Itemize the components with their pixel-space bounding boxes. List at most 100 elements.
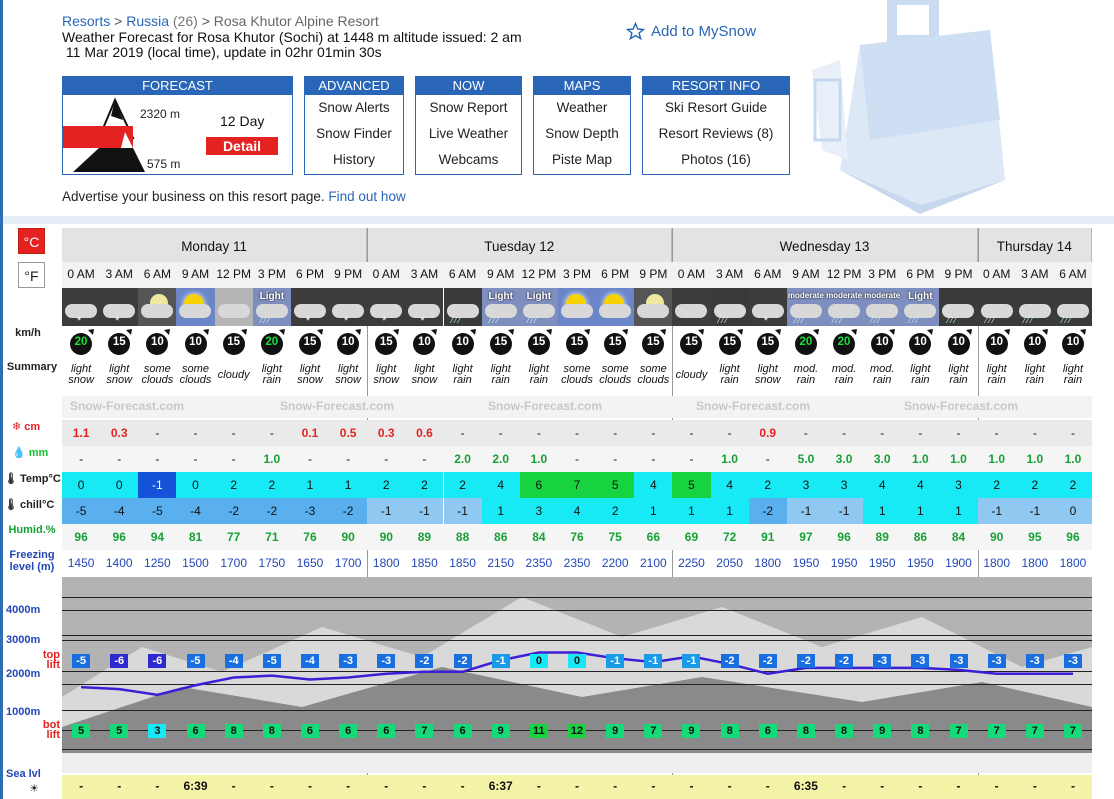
- top-lift-temp: -3: [873, 654, 892, 668]
- elevation-mid[interactable]: 1448 m: [140, 131, 181, 145]
- chill-cell: 3: [519, 498, 558, 524]
- advertise-text: Advertise your business on this resort p…: [62, 189, 406, 204]
- wind-arrow-icon: 15: [371, 327, 403, 359]
- top-lift-temp: -3: [949, 654, 968, 668]
- humidity-value: 86: [494, 530, 508, 544]
- humidity-value: 76: [303, 530, 317, 544]
- freezing-level-value: 1800: [1059, 556, 1087, 570]
- weather-icon-rain-night: ⁄ ⁄ ⁄: [710, 288, 749, 326]
- celsius-button[interactable]: °C: [18, 228, 45, 254]
- snow-amount: -: [575, 426, 579, 440]
- sunrise-empty: -: [727, 779, 732, 793]
- temperature-cell: 4: [634, 472, 673, 498]
- chill-cell: -2: [252, 498, 291, 524]
- snow-amount: -: [918, 426, 923, 440]
- wind-arrow-icon: 15: [486, 327, 518, 359]
- bot-lift-temp: 11: [529, 724, 548, 738]
- elevation-top[interactable]: 2320 m: [140, 107, 180, 121]
- nav-history[interactable]: History: [305, 147, 403, 173]
- nav-snow-report[interactable]: Snow Report: [416, 95, 521, 121]
- snow-amount: 0.5: [339, 426, 357, 440]
- snow-amount: -: [536, 426, 541, 440]
- page: { "breadcrumb":{"resorts":"Resorts","sep…: [0, 0, 1114, 799]
- wind-speed: 15: [685, 336, 698, 348]
- add-to-mysnow-link[interactable]: Add to MySnow: [626, 22, 756, 41]
- summary-line2: rain: [873, 374, 892, 386]
- summary-line2: rain: [1063, 374, 1083, 386]
- snowflake-icon: *: [305, 315, 311, 327]
- freezing-level-value: 1800: [754, 556, 782, 570]
- rain-amount: 1.0: [1064, 452, 1082, 466]
- elevation-bottom[interactable]: 575 m: [147, 157, 180, 171]
- rain-amount: -: [422, 452, 427, 466]
- snow-amount: -: [994, 426, 999, 440]
- snow-amount: -: [803, 426, 808, 440]
- rain-amount: -: [651, 452, 656, 466]
- chill-cell: 1: [863, 498, 902, 524]
- top-lift-temp: 0: [568, 654, 587, 668]
- row-label-freezing: Freezing level (m): [9, 549, 55, 573]
- nav-resort-reviews[interactable]: Resort Reviews (8): [643, 121, 789, 147]
- freezing-level-value: 1950: [868, 556, 896, 570]
- nav-snow-depth[interactable]: Snow Depth: [534, 121, 630, 147]
- weather-intensity-label: Light: [526, 291, 552, 302]
- nav-photos[interactable]: Photos (16): [643, 147, 789, 173]
- nav-weather-map[interactable]: Weather: [534, 95, 630, 121]
- freezing-level-value: 1250: [144, 556, 171, 570]
- weather-icon-rain: ⁄ ⁄ ⁄ Light: [252, 288, 291, 326]
- breadcrumb-russia[interactable]: Russia: [126, 13, 169, 29]
- freezing-level-value: 1950: [830, 556, 858, 570]
- temperature-cell: 4: [481, 472, 520, 498]
- wind-arrow-icon: 15: [562, 327, 594, 359]
- humidity-value: 90: [989, 530, 1004, 544]
- freezing-level-value: 1750: [258, 556, 286, 570]
- nav-ski-resort-guide[interactable]: Ski Resort Guide: [643, 95, 789, 121]
- rain-amount: 2.0: [492, 452, 510, 466]
- breadcrumb-resorts[interactable]: Resorts: [62, 13, 110, 29]
- sunrise-empty: -: [651, 779, 656, 793]
- weather-icon-moon-cloud: [634, 288, 673, 326]
- snow-amount: -: [460, 426, 465, 440]
- top-lift-temp: -6: [110, 654, 129, 668]
- bot-lift-temp: 6: [453, 724, 472, 738]
- humidity-value: 66: [646, 530, 660, 544]
- temperature-cell: 2: [252, 472, 291, 498]
- wind-arrow-icon: 15: [219, 327, 251, 359]
- fahrenheit-button[interactable]: °F: [18, 262, 45, 288]
- sunrise-empty: -: [1032, 779, 1037, 793]
- temperature-cell: 2: [1015, 472, 1054, 498]
- wind-arrow-icon: 10: [181, 327, 213, 359]
- nav-live-weather[interactable]: Live Weather: [416, 121, 521, 147]
- humidity-value: 69: [684, 530, 699, 544]
- star-icon: [626, 22, 645, 41]
- temperature-cell: 2: [748, 472, 787, 498]
- bot-lift-temp: 8: [796, 724, 815, 738]
- summary-text: light rain: [939, 364, 977, 386]
- row-label-top-lift: top lift: [42, 649, 60, 671]
- nav-snow-finder[interactable]: Snow Finder: [305, 121, 403, 147]
- humidity-value: 72: [722, 530, 737, 544]
- top-lift-temp: -3: [377, 654, 396, 668]
- find-out-how-link[interactable]: Find out how: [328, 189, 405, 204]
- summary-line2: rain: [796, 374, 816, 386]
- freezing-level-value: 1850: [411, 556, 438, 570]
- humidity-value: 95: [1028, 530, 1042, 544]
- summary-line2: snow: [335, 374, 361, 386]
- summary-line2: rain: [1025, 374, 1044, 386]
- summary-text: light rain: [1016, 364, 1054, 386]
- nav-piste-map[interactable]: Piste Map: [534, 147, 630, 173]
- rain-amount: 1.0: [530, 452, 548, 466]
- day-header: Tuesday 12: [367, 228, 673, 262]
- hour-label: 9 AM: [181, 267, 210, 281]
- snow-amount: 0.3: [110, 426, 128, 440]
- twelve-day-label[interactable]: 12 Day: [220, 113, 264, 129]
- top-lift-temp: -3: [339, 654, 358, 668]
- nav-snow-alerts[interactable]: Snow Alerts: [305, 95, 403, 121]
- detail-button[interactable]: Detail: [206, 137, 278, 155]
- sunrise-icon: ☀: [29, 783, 39, 795]
- summary-line2: snow: [754, 374, 781, 386]
- nav-webcams[interactable]: Webcams: [416, 147, 521, 173]
- wind-arrow-icon: 20: [66, 327, 98, 359]
- snow-amount: -: [193, 426, 198, 440]
- bot-lift-temp: 8: [835, 724, 854, 738]
